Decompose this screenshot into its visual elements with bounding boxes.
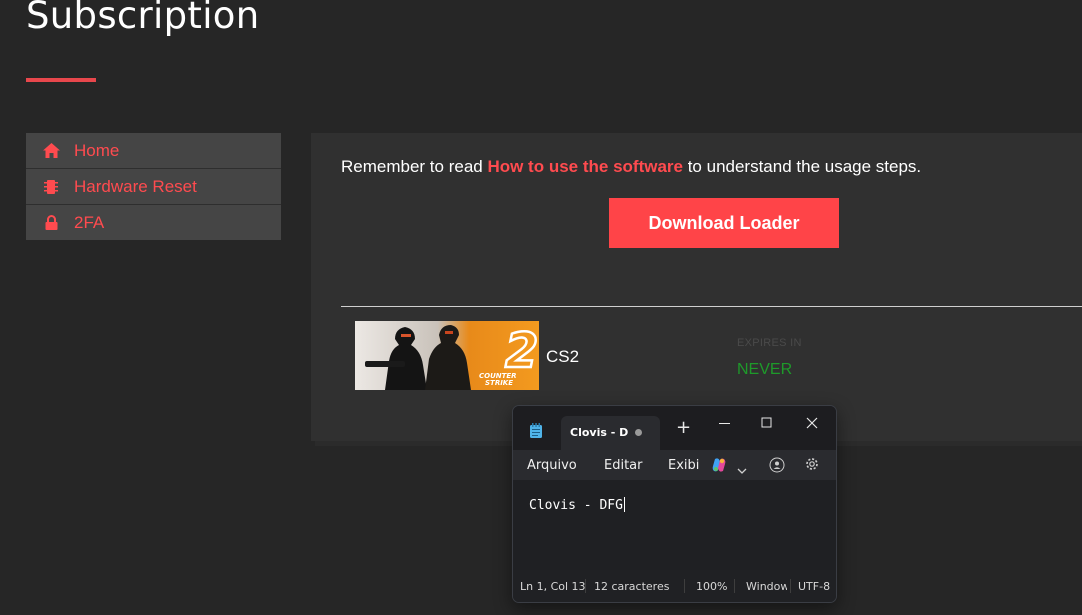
thumb-logo-number: 2 bbox=[505, 323, 538, 379]
menu-editar[interactable]: Editar bbox=[604, 458, 643, 473]
maximize-icon[interactable] bbox=[760, 415, 774, 434]
menu-exibir[interactable]: Exibi bbox=[668, 458, 699, 473]
new-tab-icon[interactable]: + bbox=[676, 419, 691, 437]
status-separator bbox=[790, 579, 791, 593]
menu-arquivo[interactable]: Arquivo bbox=[527, 458, 577, 473]
status-separator bbox=[585, 579, 586, 593]
notepad-window: Clovis - D + Arquivo Editar Exibi Clovis… bbox=[512, 405, 837, 603]
reminder-suffix: to understand the usage steps. bbox=[682, 157, 922, 176]
status-separator bbox=[734, 579, 735, 593]
expires-label: EXPIRES IN bbox=[737, 337, 802, 349]
notepad-editor[interactable]: Clovis - DFG bbox=[513, 480, 836, 570]
page: Subscription Home Hardware Reset 2FA Rem… bbox=[0, 0, 1082, 615]
main-panel: Remember to read How to use the software… bbox=[311, 133, 1082, 441]
notepad-statusbar: Ln 1, Col 13 12 caracteres 100% Windows … bbox=[513, 570, 836, 602]
title-underline bbox=[26, 78, 96, 82]
notepad-titlebar[interactable]: Clovis - D + bbox=[513, 406, 836, 450]
notepad-app-icon bbox=[529, 423, 543, 443]
settings-gear-icon[interactable] bbox=[804, 456, 820, 476]
lock-icon bbox=[42, 214, 60, 232]
status-separator bbox=[684, 579, 685, 593]
game-name: CS2 bbox=[546, 347, 580, 366]
page-title: Subscription bbox=[26, 0, 260, 37]
chevron-down-icon[interactable] bbox=[737, 460, 747, 479]
status-zoom[interactable]: 100% bbox=[696, 580, 727, 593]
notepad-tab-title: Clovis - D bbox=[570, 426, 629, 439]
expires-value: NEVER bbox=[737, 361, 793, 378]
status-encoding[interactable]: UTF-8 bbox=[798, 580, 830, 593]
status-char-count: 12 caracteres bbox=[594, 580, 670, 593]
home-icon bbox=[42, 142, 60, 160]
notepad-tab[interactable]: Clovis - D bbox=[561, 416, 660, 450]
unsaved-dot-icon[interactable] bbox=[635, 429, 642, 436]
chip-icon bbox=[42, 178, 60, 196]
sidebar-item-home[interactable]: Home bbox=[26, 133, 281, 169]
how-to-use-link[interactable]: How to use the software bbox=[487, 157, 683, 176]
game-thumbnail: 2 COUNTER STRIKE bbox=[355, 321, 539, 390]
text-caret bbox=[623, 497, 625, 512]
divider bbox=[341, 306, 1082, 307]
account-icon[interactable] bbox=[769, 457, 785, 477]
copilot-icon[interactable] bbox=[711, 457, 727, 477]
sidebar-item-2fa[interactable]: 2FA bbox=[26, 205, 281, 240]
sidebar-item-label: Home bbox=[74, 140, 120, 160]
sidebar-item-label: Hardware Reset bbox=[74, 176, 197, 196]
minimize-icon[interactable] bbox=[718, 415, 732, 434]
reminder-text: Remember to read How to use the software… bbox=[341, 157, 921, 177]
sidebar-item-hardware-reset[interactable]: Hardware Reset bbox=[26, 169, 281, 205]
reminder-prefix: Remember to read bbox=[341, 157, 488, 176]
status-position: Ln 1, Col 13 bbox=[520, 580, 586, 593]
download-loader-button[interactable]: Download Loader bbox=[609, 198, 839, 248]
status-line-ending[interactable]: Windows (CRLF) bbox=[746, 580, 787, 593]
notepad-content: Clovis - DFG bbox=[529, 498, 623, 513]
close-icon[interactable] bbox=[805, 415, 819, 434]
thumb-line2: STRIKE bbox=[485, 379, 513, 387]
sidebar-item-label: 2FA bbox=[74, 212, 105, 232]
sidebar: Home Hardware Reset 2FA bbox=[26, 133, 281, 240]
notepad-menubar: Arquivo Editar Exibi bbox=[513, 450, 836, 480]
